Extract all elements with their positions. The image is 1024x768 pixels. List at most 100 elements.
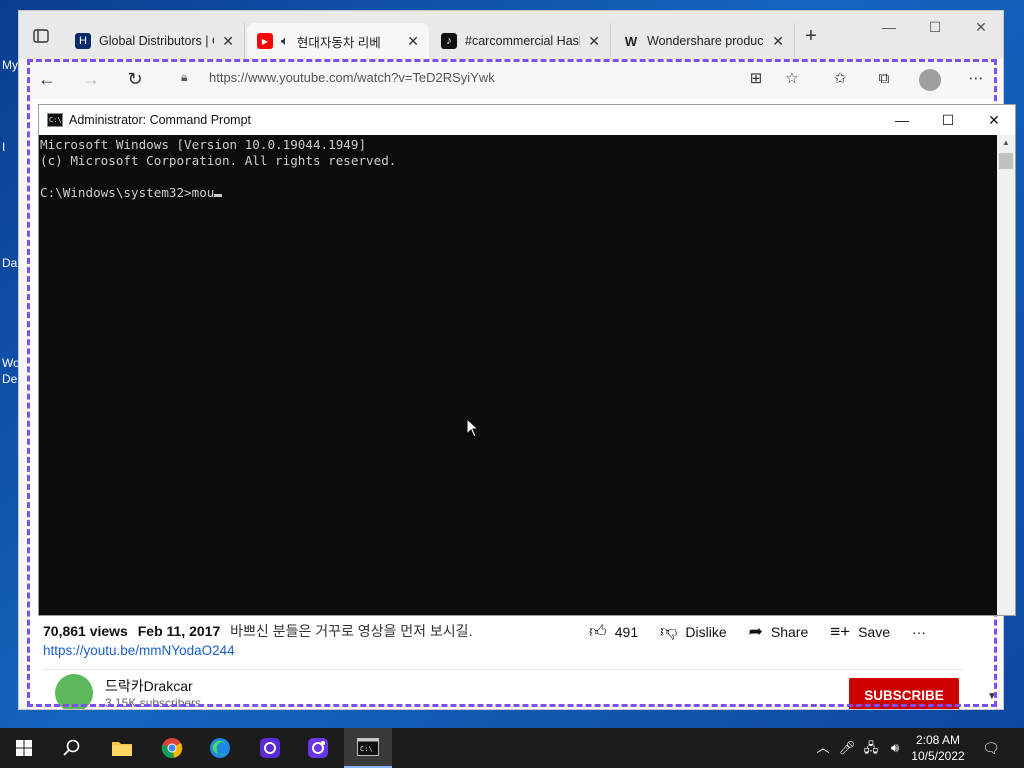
tab-title: 현대자동차 리베	[296, 35, 381, 50]
browser-toolbar: ← → ↻ 🔒︎ https://www.youtube.com/watch?v…	[19, 59, 1003, 99]
search-icon[interactable]	[48, 728, 96, 768]
close-window-icon[interactable]: ✕	[961, 15, 1001, 39]
subscriber-count: 3.15K subscribers	[105, 696, 202, 710]
youtube-icon: ▶	[257, 33, 273, 49]
close-tab-icon[interactable]: ✕	[772, 33, 784, 50]
hyundai-icon: H	[75, 33, 91, 49]
cmd-titlebar[interactable]: C:\ Administrator: Command Prompt — ☐ ✕	[39, 105, 1015, 135]
video-editor-icon[interactable]	[294, 728, 342, 768]
share-label: Share	[770, 623, 809, 640]
mouse-pointer-icon	[466, 417, 480, 438]
channel-row: 드락카Drakcar 3.15K subscribers SUBSCRIBE	[43, 669, 963, 709]
refresh-icon[interactable]: ↻	[121, 67, 149, 91]
tab-actions-icon[interactable]	[29, 25, 53, 47]
taskbar-clock[interactable]: 2:08 AM 10/5/2022	[910, 732, 966, 764]
desktop-label: De	[2, 372, 18, 386]
scroll-up-icon[interactable]: ▲	[997, 135, 1015, 151]
clock-date: 10/5/2022	[911, 749, 965, 763]
maximize-icon[interactable]: ☐	[915, 15, 955, 39]
tab-global-distributors[interactable]: H Global Distributors | C ✕	[65, 23, 245, 59]
more-menu-icon[interactable]: ⋯	[963, 67, 989, 91]
wondershare-icon: W	[624, 33, 638, 49]
like-count: 491	[614, 623, 639, 640]
console-line: C:\Windows\system32>mou	[40, 185, 215, 200]
close-tab-icon[interactable]: ✕	[588, 33, 600, 50]
thumbs-up-icon: 👍︎	[589, 622, 607, 641]
channel-avatar[interactable]	[55, 674, 93, 709]
tab-youtube[interactable]: ▶ 🔈︎ 현대자동차 리베 ✕	[247, 23, 429, 59]
command-prompt-window[interactable]: C:\ Administrator: Command Prompt — ☐ ✕ …	[38, 104, 1016, 616]
edge-icon[interactable]	[196, 728, 244, 768]
favorites-icon[interactable]: ✩	[827, 67, 853, 91]
video-actions: 👍︎ 491 👎︎ Dislike ➦ Share ≡+ Save ···	[589, 621, 926, 642]
desktop-icon-labels: My I Da Wo De	[0, 0, 20, 720]
svg-text:C:\: C:\	[360, 745, 373, 753]
apps-icon[interactable]: ⊞	[743, 67, 769, 91]
lock-icon: 🔒︎	[181, 69, 188, 84]
minimize-icon[interactable]: —	[879, 107, 925, 133]
close-tab-icon[interactable]: ✕	[407, 33, 419, 50]
notifications-icon[interactable]: 🗨︎	[980, 738, 1002, 758]
scroll-thumb[interactable]	[999, 153, 1013, 169]
desktop-label: Da	[2, 256, 18, 270]
desktop-label: My	[2, 58, 18, 72]
cmd-window-title: Administrator: Command Prompt	[69, 113, 252, 127]
console-prompt-line: C:\Windows\system32>mou	[40, 185, 996, 201]
console-line: Microsoft Windows [Version 10.0.19044.19…	[40, 137, 367, 152]
file-explorer-icon[interactable]	[98, 728, 146, 768]
new-tab-button[interactable]: +	[799, 25, 823, 49]
playlist-add-icon: ≡+	[830, 621, 851, 641]
cmd-app-icon: C:\	[47, 113, 63, 127]
scroll-down-icon[interactable]: ▼	[987, 691, 997, 702]
like-button[interactable]: 👍︎ 491	[589, 621, 638, 642]
console-output[interactable]: Microsoft Windows [Version 10.0.19044.19…	[39, 135, 997, 615]
dislike-label: Dislike	[685, 623, 727, 640]
more-actions-button[interactable]: ···	[912, 624, 926, 640]
close-window-icon[interactable]: ✕	[971, 107, 1017, 133]
tab-wondershare[interactable]: W Wondershare produc ✕	[613, 23, 795, 59]
thumbs-down-icon: 👎︎	[660, 622, 678, 641]
chevron-up-icon[interactable]: ︿	[814, 738, 832, 758]
dislike-button[interactable]: 👎︎ Dislike	[660, 621, 727, 642]
tab-strip: H Global Distributors | C ✕ ▶ 🔈︎ 현대자동차 리…	[19, 11, 1003, 59]
close-tab-icon[interactable]: ✕	[222, 33, 234, 50]
tab-tiktok[interactable]: ♪ #carcommercial Hash ✕	[431, 23, 611, 59]
tab-title: Global Distributors | C	[99, 34, 215, 48]
tiktok-icon: ♪	[441, 33, 457, 49]
channel-name[interactable]: 드락카Drakcar	[105, 676, 193, 696]
save-button[interactable]: ≡+ Save	[830, 622, 890, 642]
text-cursor	[214, 194, 223, 197]
taskbar: C:\ ︿ 🎤︎ 🖧︎ 🔊︎ 2:08 AM 10/5/2022 🗨︎	[0, 728, 1024, 768]
minimize-icon[interactable]: —	[869, 15, 909, 39]
view-count: 70,861 views	[43, 623, 128, 639]
volume-icon[interactable]: 🔊︎	[886, 738, 904, 758]
back-icon[interactable]: ←	[33, 67, 61, 91]
save-label: Save	[858, 623, 891, 640]
console-line: (c) Microsoft Corporation. All rights re…	[40, 153, 397, 168]
add-favorite-icon[interactable]: ☆	[779, 67, 805, 91]
microphone-icon[interactable]: 🎤︎	[838, 738, 856, 758]
chrome-icon[interactable]	[148, 728, 196, 768]
subscribe-button[interactable]: SUBSCRIBE	[849, 678, 959, 709]
upload-date: Feb 11, 2017	[137, 623, 221, 639]
network-icon[interactable]: 🖧︎	[862, 738, 880, 758]
address-bar[interactable]: 🔒︎ https://www.youtube.com/watch?v=TeD2R…	[169, 63, 809, 91]
desktop-label: I	[2, 140, 6, 154]
tab-title: Wondershare produc	[647, 34, 764, 48]
profile-avatar[interactable]	[919, 69, 941, 91]
collections-icon[interactable]: ⧉	[871, 67, 897, 91]
windows-logo-icon	[16, 740, 32, 756]
maximize-icon[interactable]: ☐	[925, 107, 971, 133]
command-prompt-taskbar-icon[interactable]: C:\	[344, 728, 392, 768]
screen-recorder-icon[interactable]	[246, 728, 294, 768]
video-meta: 70,861 views Feb 11, 2017 바쁘신 분들은 거꾸로 영상…	[43, 621, 472, 641]
forward-icon[interactable]: →	[77, 67, 105, 91]
description-link[interactable]: https://youtu.be/mmNYodaO244	[43, 643, 235, 658]
tab-title: #carcommercial Hash	[465, 34, 581, 48]
start-button[interactable]	[0, 728, 48, 768]
cmd-scrollbar[interactable]: ▲	[997, 135, 1015, 615]
share-button[interactable]: ➦ Share	[749, 622, 809, 642]
speaker-icon[interactable]: 🔈︎	[281, 33, 289, 49]
video-description: 바쁘신 분들은 거꾸로 영상을 먼저 보시길.	[230, 623, 473, 639]
